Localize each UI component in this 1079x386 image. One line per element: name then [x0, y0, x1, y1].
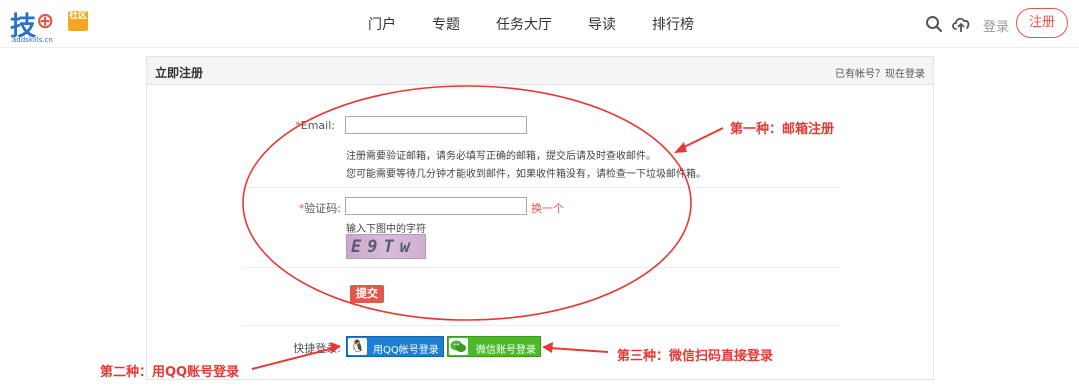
logo-plus-icon: ⊕ — [36, 9, 54, 34]
captcha-input[interactable] — [345, 197, 527, 215]
captcha-image[interactable]: E9Tw — [346, 234, 426, 259]
annotation-wechat-login: 第三种：微信扫码直接登录 — [617, 349, 774, 364]
existing-account-login-link[interactable]: 已有帐号？现在登录 — [835, 65, 925, 80]
logo-badge: 社区 — [68, 11, 88, 31]
qq-penguin-icon: 🐧 — [348, 338, 367, 355]
main-nav: 门户 专题 任务大厅 导读 排行榜 — [368, 14, 730, 34]
top-navigation-bar: 技 ⊕ 社区 addskills.cn 门户 专题 任务大厅 导读 排行榜 登录… — [0, 0, 1079, 48]
email-hint-2: 您可能需要等待几分钟才能收到邮件，如果收件箱没有，请检查一下垃圾邮件箱。 — [346, 169, 706, 180]
captcha-hint: 输入下图中的字符 — [346, 224, 426, 235]
wechat-login-label: 微信账号登录 — [476, 345, 536, 356]
logo-domain: addskills.cn — [12, 36, 53, 44]
register-button[interactable]: 注册 — [1016, 8, 1068, 38]
email-hint-1: 注册需要验证邮箱，请务必填写正确的邮箱，提交后请及时查收邮件。 — [346, 151, 656, 162]
register-panel: 立即注册 已有帐号？现在登录 *Email: 注册需要验证邮箱，请务必填写正确的… — [146, 56, 934, 380]
panel-title: 立即注册 — [155, 66, 204, 80]
captcha-label: *验证码: — [295, 200, 341, 216]
captcha-image-text: E9Tw — [351, 237, 416, 257]
quick-login-label: 快捷登录: — [293, 342, 341, 355]
row-divider — [241, 187, 841, 188]
nav-item-guide[interactable]: 导读 — [588, 14, 616, 34]
row-divider — [241, 325, 841, 326]
nav-item-ranking[interactable]: 排行榜 — [652, 14, 694, 34]
annotation-email-register: 第一种：邮箱注册 — [730, 122, 835, 137]
panel-header: 立即注册 已有帐号？现在登录 — [147, 57, 933, 85]
submit-button[interactable]: 提交 — [350, 285, 384, 303]
email-label: *Email: — [295, 119, 335, 132]
site-logo[interactable]: 技 ⊕ 社区 addskills.cn — [10, 6, 90, 44]
qq-login-button[interactable]: 🐧 用QQ帐号登录 — [346, 336, 444, 357]
annotation-qq-login: 第二种：用QQ账号登录 — [100, 365, 240, 380]
qq-login-label: 用QQ帐号登录 — [373, 345, 439, 356]
nav-item-portal[interactable]: 门户 — [368, 14, 396, 34]
upload-cloud-icon[interactable] — [951, 14, 971, 34]
login-link[interactable]: 登录 — [983, 16, 1009, 35]
wechat-icon — [449, 338, 468, 355]
search-icon[interactable] — [925, 15, 943, 33]
nav-item-topics[interactable]: 专题 — [432, 14, 460, 34]
refresh-captcha-link[interactable]: 换一个 — [531, 200, 564, 216]
captcha-label-text: 验证码: — [304, 202, 341, 215]
email-label-text: Email: — [300, 119, 335, 132]
row-divider — [241, 267, 841, 268]
wechat-login-button[interactable]: 微信账号登录 — [447, 336, 541, 357]
email-input[interactable] — [345, 116, 527, 134]
nav-item-task-hall[interactable]: 任务大厅 — [496, 14, 552, 34]
